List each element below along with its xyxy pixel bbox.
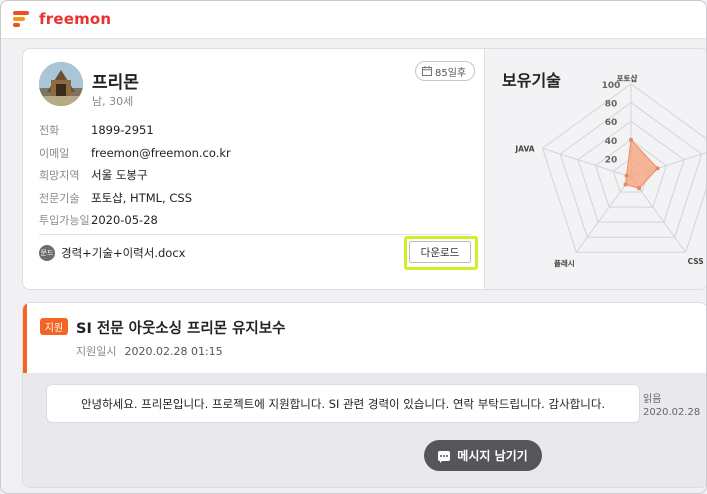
message-area: 안녕하세요. 프리몬입니다. 프로젝트에 지원합니다. SI 관련 경력이 있습…	[23, 373, 706, 487]
top-bar: freemon	[1, 1, 706, 39]
skills-radar-chart: 20406080100포토샵CSS플래시JAVA	[514, 73, 706, 268]
radar-tick-label: 40	[605, 137, 618, 147]
document-icon: 문드	[39, 245, 55, 261]
profile-name: 프리몬	[92, 73, 139, 93]
availability-badge: 85일후	[415, 61, 476, 81]
profile-info-panel: 프리몬 남, 30세 85일후 전화 1899-2951 이메일 freemon@f…	[23, 49, 483, 289]
download-highlight: 다운로드	[404, 236, 478, 270]
radar-axis-line	[542, 147, 632, 178]
logo-mark-icon	[13, 10, 31, 28]
skills-panel: 보유기술 20 40 60 80 100 포토샵 CSS 플래시 JAVA	[484, 49, 706, 289]
field-label: 투입가능일	[39, 214, 90, 228]
field-label: 전문기술	[39, 191, 80, 205]
availability-badge-text: 85일후	[435, 67, 467, 79]
field-phone: 전화 1899-2951	[39, 119, 231, 142]
radar-data-point	[624, 173, 629, 178]
field-email: 이메일 freemon@freemon.co.kr	[39, 142, 231, 165]
apply-time-value: 2020.02.28 01:15	[124, 345, 223, 358]
freemon-logo[interactable]: freemon	[13, 10, 111, 28]
radar-axis-label: 플래시	[554, 258, 575, 268]
profile-gender-age: 남, 30세	[92, 95, 134, 108]
read-status: 읽음 2020.02.28	[643, 393, 700, 419]
radar-data-point	[655, 166, 660, 171]
logo-text: freemon	[39, 10, 112, 28]
apply-tag: 지원	[40, 318, 68, 335]
resume-file: 문드 경력+기술+이력서.docx	[39, 245, 185, 261]
profile-card: 프리몬 남, 30세 85일후 전화 1899-2951 이메일 freemon@f…	[22, 48, 706, 290]
field-value: 서울 도봉구	[91, 168, 148, 183]
profile-fields: 전화 1899-2951 이메일 freemon@freemon.co.kr 희망지…	[39, 119, 231, 232]
field-region: 희망지역 서울 도봉구	[39, 164, 231, 187]
message-bubble: 안녕하세요. 프리몬입니다. 프로젝트에 지원합니다. SI 관련 경력이 있습…	[46, 384, 640, 423]
radar-axis-label: CSS	[688, 257, 704, 266]
field-value: 포토샵, HTML, CSS	[91, 190, 192, 205]
field-value: 2020-05-28	[91, 213, 158, 228]
radar-tick-label: 20	[605, 155, 618, 165]
app-frame: freemon 프리몬 남, 30세 85일후 전화 1899-2951 이메일…	[0, 0, 707, 494]
field-skills: 전문기술 포토샵, HTML, CSS	[39, 187, 231, 210]
project-title[interactable]: SI 전문 아웃소싱 프리몬 유지보수	[76, 317, 285, 338]
accent-bar	[23, 303, 27, 373]
field-label: 전화	[39, 124, 60, 138]
read-label: 읽음	[643, 394, 662, 405]
field-start-date: 투입가능일 2020-05-28	[39, 209, 231, 232]
field-value: 1899-2951	[91, 123, 154, 138]
field-value: freemon@freemon.co.kr	[91, 145, 231, 160]
calendar-icon	[422, 66, 432, 76]
resume-file-name: 경력+기술+이력서.docx	[61, 246, 186, 260]
chat-icon	[438, 450, 451, 463]
radar-axis-line	[575, 176, 632, 253]
leave-message-label: 메시지 남기기	[457, 449, 528, 463]
leave-message-button[interactable]: 메시지 남기기	[424, 440, 542, 471]
field-label: 이메일	[39, 146, 70, 160]
field-label: 희망지역	[39, 169, 80, 183]
apply-time: 지원일시 2020.02.28 01:15	[76, 343, 223, 359]
radar-axis-label: 포토샵	[617, 73, 638, 83]
radar-axis-label: JAVA	[514, 144, 534, 153]
radar-tick-label: 80	[605, 100, 618, 110]
radar-data-point	[637, 186, 642, 191]
download-button[interactable]: 다운로드	[409, 241, 471, 263]
radar-data-point	[623, 182, 628, 187]
read-date: 2020.02.28	[643, 407, 701, 418]
radar-tick-label: 60	[605, 118, 618, 128]
radar-data-point	[629, 137, 633, 142]
divider	[39, 234, 471, 235]
radar-grid-ring	[541, 83, 706, 253]
avatar	[39, 62, 83, 106]
apply-time-label: 지원일시	[76, 345, 117, 358]
application-card: 지원 SI 전문 아웃소싱 프리몬 유지보수 지원일시 2020.02.28 01…	[22, 302, 706, 488]
